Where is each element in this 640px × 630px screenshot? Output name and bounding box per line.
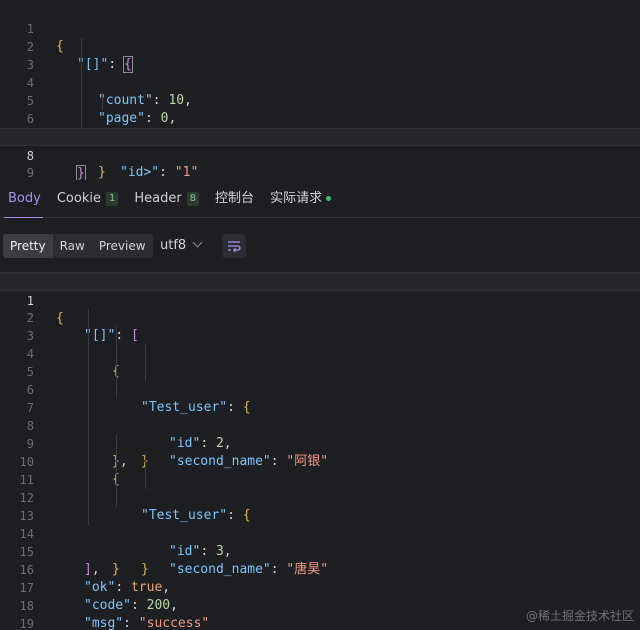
code-line: 7 } bbox=[0, 381, 640, 469]
indent-guide bbox=[81, 56, 82, 74]
watermark: @稀土掘金技术社区 bbox=[525, 609, 634, 623]
indent-guide bbox=[88, 507, 89, 525]
mode-pretty-button[interactable]: Pretty bbox=[3, 234, 53, 258]
tab-body[interactable]: Body bbox=[0, 180, 49, 219]
code-line: 15 ], bbox=[0, 525, 640, 577]
indent-guide bbox=[116, 435, 117, 453]
indent-guide bbox=[81, 92, 82, 110]
code-line: 10 "Test_user": { bbox=[0, 435, 640, 523]
indent-guide bbox=[88, 435, 89, 453]
mode-preview-button[interactable]: Preview bbox=[92, 234, 153, 258]
indent-guide bbox=[116, 363, 117, 381]
code-line: 5 "Test_user": { bbox=[0, 74, 640, 144]
indent-guide bbox=[116, 381, 117, 399]
encoding-select[interactable]: utf8 bbox=[160, 234, 203, 258]
indent-guide bbox=[88, 471, 89, 489]
code-line: 3 "count": 10, bbox=[0, 38, 640, 108]
chevron-down-icon bbox=[192, 237, 203, 248]
indent-guide bbox=[88, 363, 89, 381]
code-line: 4 "Test_user": { bbox=[0, 327, 640, 415]
indent-guide bbox=[81, 38, 82, 56]
code-line-active: 1 { bbox=[0, 273, 640, 326]
indent-guide bbox=[81, 74, 82, 92]
view-mode-switch: Pretty Raw Preview bbox=[3, 234, 153, 258]
line-number: 19 bbox=[19, 617, 34, 630]
code-line: 12 "second_name": "唐昊" bbox=[0, 471, 640, 577]
code-line: 14 } bbox=[0, 507, 640, 577]
text-caret bbox=[84, 165, 86, 180]
indent-guide bbox=[88, 399, 89, 417]
indent-guide bbox=[88, 417, 89, 435]
wrap-lines-button[interactable] bbox=[222, 234, 246, 258]
code-line: 2 "[]": { bbox=[0, 20, 640, 73]
code-line: 5 "id": 2, bbox=[0, 345, 640, 451]
indent-guide bbox=[88, 381, 89, 399]
code-line: 3 { bbox=[0, 309, 640, 379]
request-body-editor[interactable]: 1 { 2 "[]": { 3 "count": 10, 4 "page": 0… bbox=[0, 2, 640, 198]
tab-header[interactable]: Header 8 bbox=[126, 180, 207, 218]
response-tabs: Body Cookie 1 Header 8 控制台 实际请求 bbox=[0, 180, 640, 219]
indent-guide bbox=[116, 471, 117, 489]
mode-raw-button[interactable]: Raw bbox=[53, 234, 92, 258]
code-line: 11 "id": 3, bbox=[0, 453, 640, 559]
indent-guide bbox=[88, 327, 89, 345]
code-line-active: 8 } bbox=[0, 128, 640, 182]
tab-actual-request[interactable]: 实际请求 bbox=[262, 180, 339, 218]
tab-console[interactable]: 控制台 bbox=[207, 180, 262, 218]
code-line: 2 "[]": [ bbox=[0, 291, 640, 343]
code-line: 17 "code": 200, bbox=[0, 561, 640, 613]
code-line: 7 } bbox=[0, 110, 640, 180]
indent-guide bbox=[116, 489, 117, 507]
count-badge: 8 bbox=[186, 191, 200, 206]
status-dot bbox=[326, 196, 332, 201]
indent-guide bbox=[145, 363, 146, 381]
response-toolbar: Pretty Raw Preview utf8 bbox=[0, 218, 640, 273]
code-line: 16 "ok": true, bbox=[0, 543, 640, 595]
indent-guide bbox=[116, 345, 117, 363]
code-line: 18 "msg": "success" bbox=[0, 579, 640, 630]
indent-guide bbox=[145, 453, 146, 471]
indent-guide bbox=[88, 309, 89, 327]
indent-guide bbox=[81, 110, 82, 128]
code-line: 13 } bbox=[0, 489, 640, 577]
tab-cookie[interactable]: Cookie 1 bbox=[49, 180, 127, 218]
code-line: 9 { bbox=[0, 417, 640, 487]
indent-guide bbox=[88, 453, 89, 471]
indent-guide bbox=[116, 453, 117, 471]
indent-guide bbox=[145, 471, 146, 489]
indent-guide bbox=[102, 92, 103, 110]
api-response-panel: 1 { 2 "[]": { 3 "count": 10, 4 "page": 0… bbox=[0, 0, 640, 630]
indent-guide bbox=[88, 345, 89, 363]
code-text: "msg": "success" bbox=[84, 616, 210, 630]
code-line: 6 "second_name": "阿银" bbox=[0, 363, 640, 469]
code-line: 6 "id>": "1" bbox=[0, 92, 640, 180]
code-line: 8 }, bbox=[0, 399, 640, 469]
indent-guide bbox=[116, 327, 117, 345]
count-badge: 1 bbox=[105, 191, 119, 206]
indent-guide bbox=[145, 345, 146, 363]
code-line: 4 "page": 0, bbox=[0, 56, 640, 126]
response-body-viewer[interactable]: 1 { 2 "[]": [ 3 { 4 "Test_user": { 5 "id… bbox=[0, 273, 640, 630]
code-line: 9 } bbox=[0, 146, 640, 198]
code-line: 1 { bbox=[0, 2, 640, 54]
indent-guide bbox=[88, 489, 89, 507]
wrap-lines-icon bbox=[228, 241, 241, 253]
